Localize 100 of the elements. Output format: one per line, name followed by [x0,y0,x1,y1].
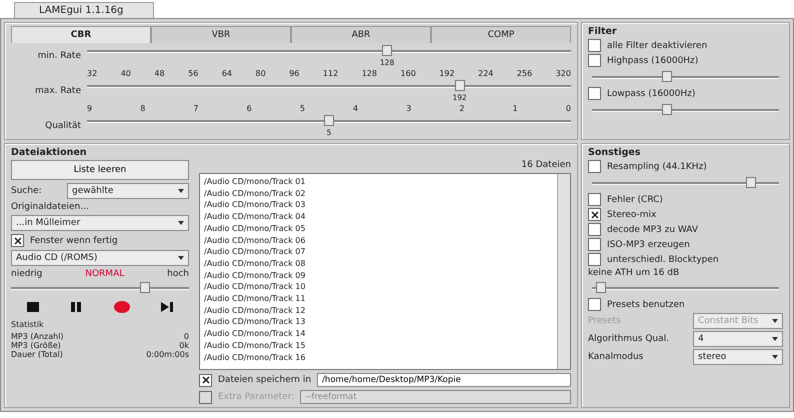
skip-next-icon[interactable] [160,300,174,314]
checkbox-label: Dateien speichern in [218,375,312,385]
checkbox-label: alle Filter deaktivieren [607,40,708,50]
checkbox[interactable] [11,234,24,247]
scale-label: 7 [193,104,198,113]
slider[interactable] [592,177,779,189]
slider-thumb[interactable] [382,45,392,56]
scale-label: 0 [566,104,571,113]
search-label: Suche: [11,186,43,196]
slider-thumb[interactable] [662,104,672,115]
checkbox-label: Lowpass (16000Hz) [607,88,696,98]
file-item[interactable]: /Audio CD/mono/Track 01 [204,176,553,188]
file-item[interactable]: /Audio CD/mono/Track 10 [204,281,553,294]
caret-icon [772,337,778,341]
slider-thumb[interactable] [454,80,465,91]
stat-value: 0 [184,332,189,341]
file-item[interactable]: /Audio CD/mono/Track 04 [204,211,553,223]
group-title: Dateiaktionen [11,147,88,158]
pause-icon[interactable] [69,300,84,314]
file-item[interactable]: /Audio CD/mono/Track 09 [204,270,553,282]
checkbox[interactable] [588,298,601,311]
checkbox[interactable] [588,238,601,251]
stop-icon[interactable] [26,300,40,314]
checkbox-label: Extra Parameter: [218,392,294,402]
checkbox[interactable] [588,253,601,266]
caret-icon [178,221,184,225]
slider-thumb[interactable] [140,282,150,293]
slider-label: Qualität [44,121,81,131]
slider-thumb[interactable] [746,177,756,188]
slider[interactable] [592,71,779,83]
slider[interactable] [87,80,571,92]
mode-tab[interactable]: CBR [11,26,151,43]
checkbox-label: decode MP3 zu WAV [607,224,698,234]
checkbox[interactable] [588,208,601,221]
stat-value: 0k [179,341,189,350]
scale-label: 1 [512,104,518,113]
checkbox[interactable] [199,374,212,386]
scale-label: 160 [400,69,416,78]
dropdown[interactable]: gewählte [67,183,189,199]
file-item[interactable]: /Audio CD/mono/Track 08 [204,258,553,270]
window-title: LAMEgui 1.1.16g [14,2,154,18]
cross-icon [14,236,22,244]
slider[interactable] [11,282,189,294]
dropdown[interactable]: Audio CD (/ROMS) [11,250,189,266]
scale-label: 9 [87,104,92,113]
priority-label: niedrig [11,269,42,279]
slider-thumb[interactable] [324,115,334,126]
scale-label: 8 [140,104,146,113]
checkbox[interactable] [588,160,601,173]
slider-thumb[interactable] [596,282,606,293]
checkbox[interactable] [588,193,601,206]
file-item[interactable]: /Audio CD/mono/Track 07 [204,246,553,258]
clear-list-button[interactable]: Liste leeren [11,160,189,180]
file-item[interactable]: /Audio CD/mono/Track 12 [204,304,553,316]
cross-icon [590,210,598,218]
checkbox-label: Presets benutzen [607,300,685,310]
dropdown[interactable]: stereo [693,349,783,365]
file-count: 16 Dateien [520,160,571,170]
file-item[interactable]: /Audio CD/mono/Track 14 [204,328,553,340]
checkbox-label: Fehler (CRC) [607,194,663,204]
file-item[interactable]: /Audio CD/mono/Track 16 [204,352,553,364]
dropdown[interactable]: ...in Mülleimer [11,215,189,231]
slider-thumb[interactable] [662,71,672,82]
slider[interactable] [87,115,571,127]
output-path-field[interactable]: /home/home/Desktop/MP3/Kopie [317,373,571,387]
checkbox-label: Stereo-mix [607,210,656,220]
file-item[interactable]: /Audio CD/mono/Track 11 [204,293,553,305]
slider[interactable] [87,45,571,57]
caret-icon [772,355,778,359]
slider[interactable] [592,282,779,294]
stat-label: MP3 (Anzahl) [11,332,64,341]
scale-label: 2 [459,104,465,113]
file-item[interactable]: /Audio CD/mono/Track 06 [204,234,553,246]
scale-label: 320 [556,69,571,78]
dropdown[interactable]: 4 [693,331,783,347]
checkbox-label: Fenster wenn fertig [30,236,118,246]
select-label: Algorithmus Qual. [588,334,669,344]
checkbox[interactable] [588,54,601,67]
setting-label: keine ATH um 16 dB [588,268,680,278]
slider[interactable] [592,104,779,116]
record-icon[interactable] [112,300,131,314]
checkbox[interactable] [588,223,601,236]
file-item[interactable]: /Audio CD/mono/Track 15 [204,340,553,352]
mode-tab[interactable]: VBR [151,26,291,43]
file-item[interactable]: /Audio CD/mono/Track 03 [204,199,553,212]
mode-tab[interactable]: COMP [431,26,571,43]
scale-label: 32 [87,69,98,78]
checkbox-label: Resampling (44.1KHz) [607,162,707,172]
scale-label: 128 [362,69,377,78]
checkbox-label: ISO-MP3 erzeugen [607,240,690,250]
scale-label: 5 [300,104,305,113]
checkbox[interactable] [588,87,601,100]
mode-tab[interactable]: ABR [291,26,431,43]
file-list[interactable] [199,173,571,370]
scale-label: 56 [188,69,198,78]
checkbox[interactable] [588,39,601,52]
file-item[interactable]: /Audio CD/mono/Track 05 [204,222,553,235]
scrollbar[interactable] [557,174,570,369]
file-item[interactable]: /Audio CD/mono/Track 13 [204,316,553,328]
file-item[interactable]: /Audio CD/mono/Track 02 [204,188,553,200]
